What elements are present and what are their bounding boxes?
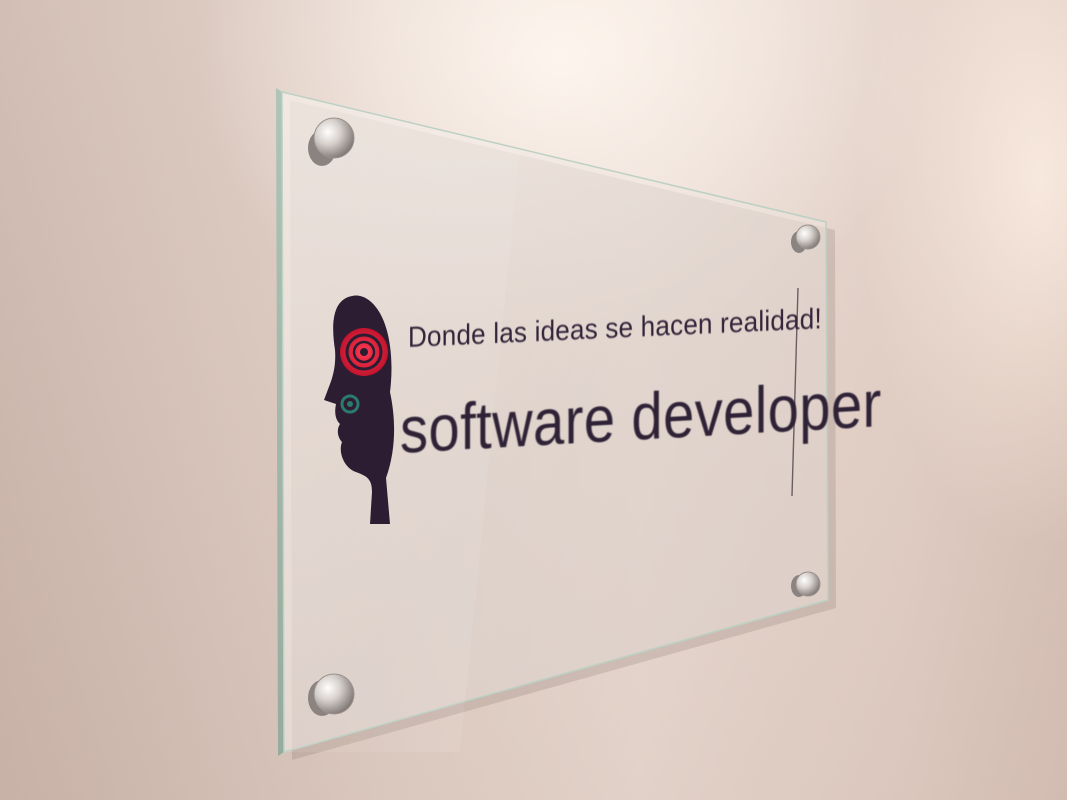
wall-scene: Donde las ideas se hacen realidad! softw… bbox=[0, 0, 1067, 800]
